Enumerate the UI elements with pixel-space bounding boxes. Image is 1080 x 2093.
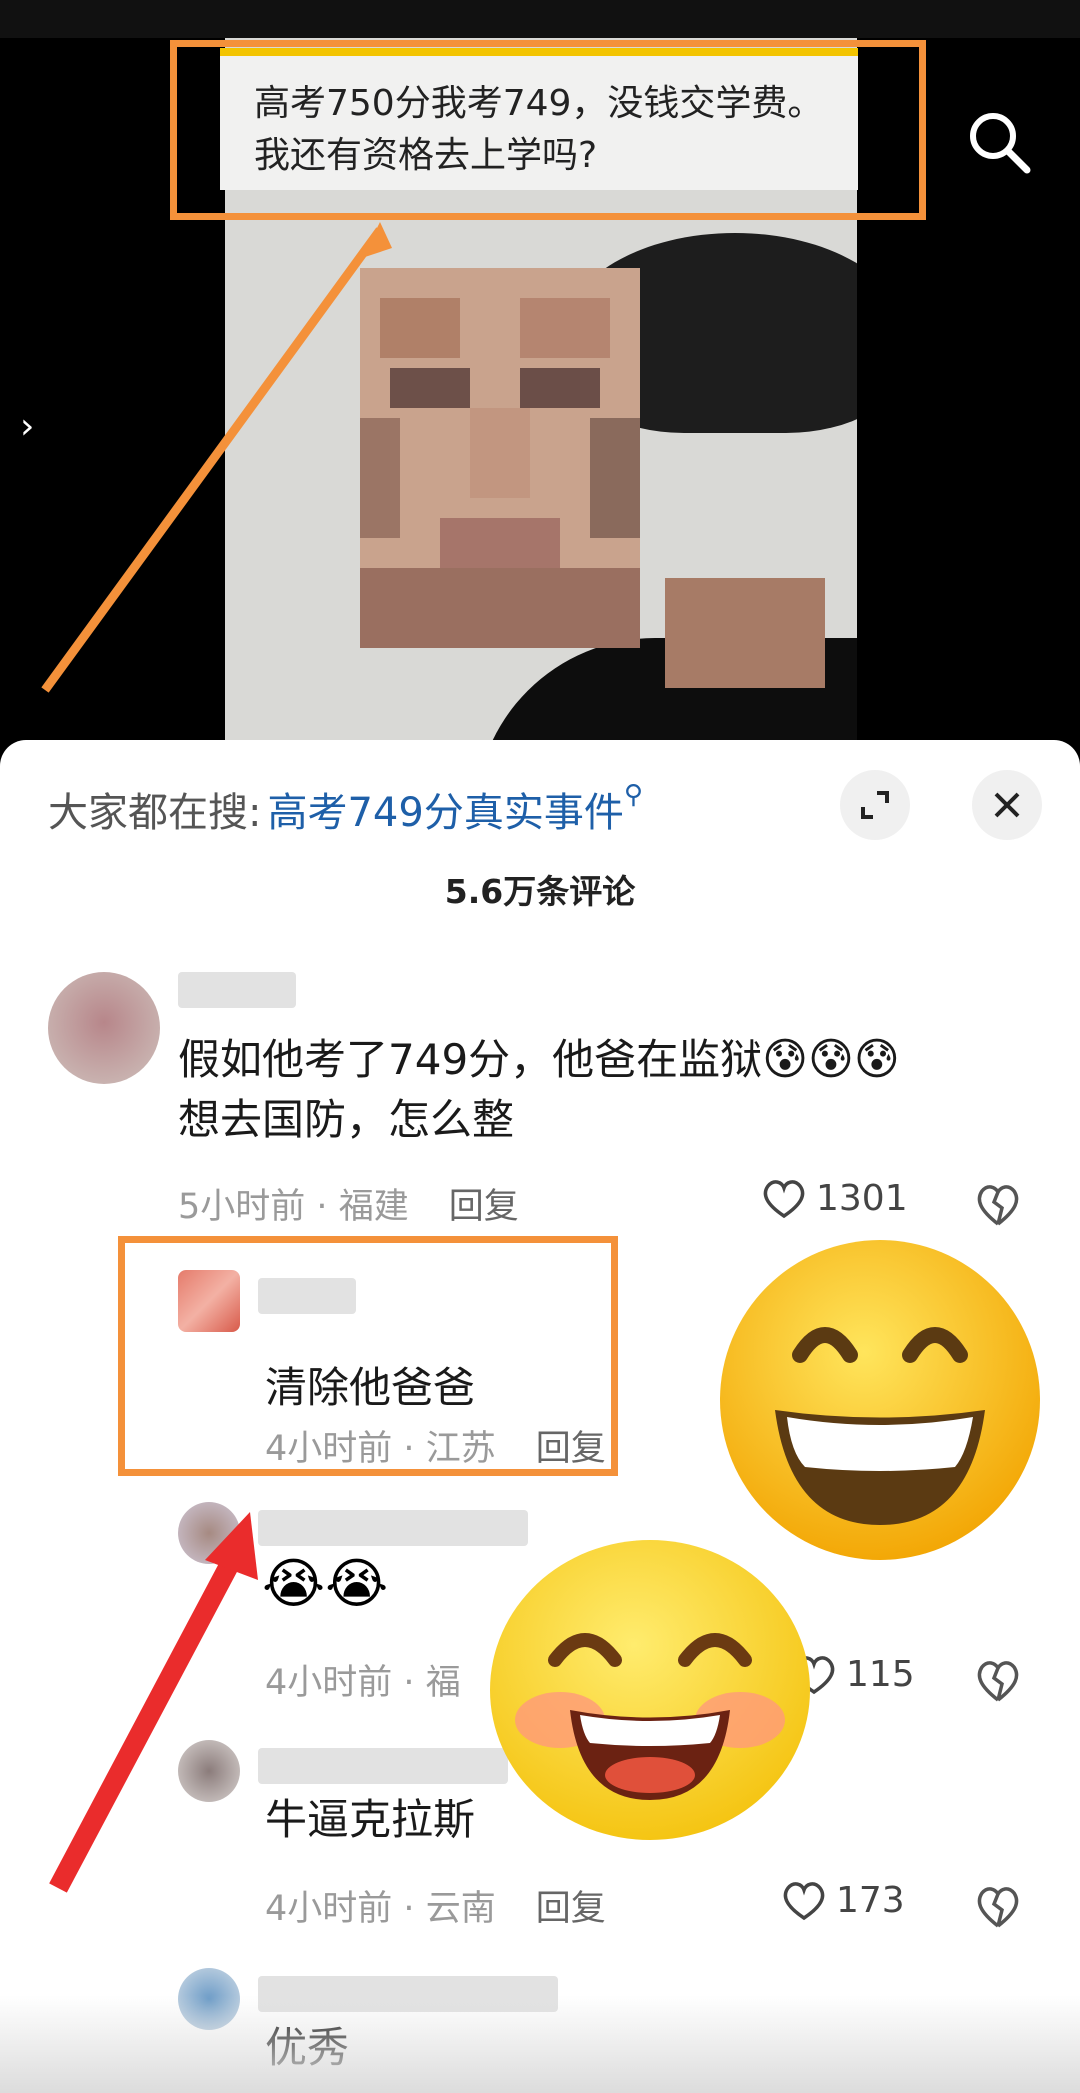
bottom-fade xyxy=(0,1995,1080,2093)
annotation-arrows xyxy=(41,222,392,1893)
